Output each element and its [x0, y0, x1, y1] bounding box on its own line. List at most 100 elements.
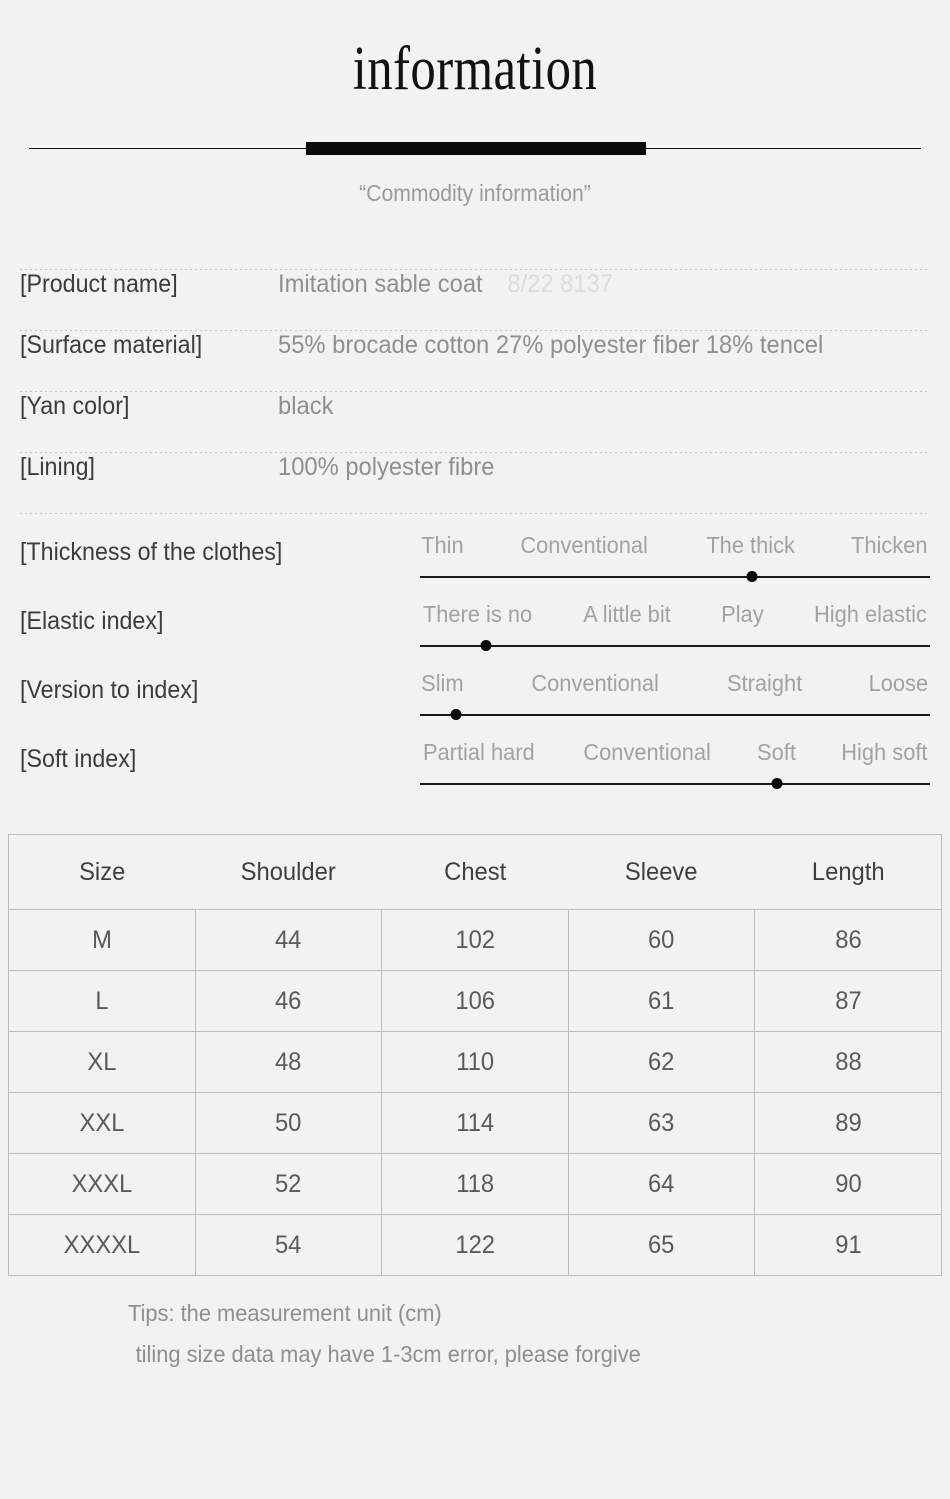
spec-row-product-name: [Product name] Imitation sable coat 8/22 … [20, 270, 930, 330]
slider-option[interactable]: There is no [423, 601, 532, 628]
cell-size: M [13, 909, 192, 971]
cell-length: 90 [759, 1153, 937, 1215]
header-divider [29, 142, 921, 156]
slider-line [420, 645, 930, 647]
table-row: XXXL 52 118 64 90 [9, 1153, 941, 1215]
cell-chest: 122 [386, 1214, 564, 1275]
slider-option[interactable]: Straight [727, 670, 802, 697]
slider-option[interactable]: Thicken [851, 532, 928, 559]
slider-row-thickness: [Thickness of the clothes] Thin Conventi… [20, 532, 930, 583]
table-row: XXXXL 54 122 65 91 [9, 1214, 941, 1275]
slider-soft-index[interactable]: Partial hard Conventional Soft High soft [420, 739, 930, 790]
slider-label-elastic-index: [Elastic index] [20, 607, 164, 635]
slider-row-version-index: [Version to index] Slim Conventional Str… [20, 670, 930, 721]
cell-size: XXL [13, 1092, 192, 1154]
spec-value-product-name: Imitation sable coat 8/22 8137 [278, 270, 613, 299]
product-name-text: Imitation sable coat [278, 270, 483, 298]
slider-elastic-index[interactable]: There is no A little bit Play High elast… [420, 601, 930, 652]
slider-row-elastic-index: [Elastic index] There is no A little bit… [20, 601, 930, 652]
table-header-row: Size Shoulder Chest Sleeve Length [9, 835, 941, 910]
column-header-chest: Chest [386, 835, 564, 910]
cell-shoulder: 48 [200, 1031, 378, 1093]
spec-value-lining: 100% polyester fibre [278, 453, 495, 481]
column-header-shoulder: Shoulder [200, 835, 378, 910]
cell-size: L [13, 970, 192, 1032]
slider-marker-thickness[interactable] [746, 571, 757, 582]
slider-track-elastic-index[interactable] [420, 640, 930, 652]
slider-option[interactable]: Play [721, 601, 764, 628]
slider-marker-soft-index[interactable] [771, 778, 783, 789]
slider-option[interactable]: Soft [757, 739, 796, 766]
slider-track-thickness[interactable] [420, 571, 930, 583]
table-row: XL 48 110 62 88 [9, 1031, 941, 1093]
cell-chest: 118 [386, 1153, 564, 1215]
slider-line [420, 576, 930, 578]
cell-size: XXXL [13, 1153, 192, 1215]
cell-length: 89 [759, 1092, 937, 1154]
slider-option[interactable]: The thick [706, 532, 795, 559]
cell-sleeve: 65 [572, 1214, 751, 1275]
slider-option[interactable]: A little bit [584, 601, 671, 628]
slider-thickness[interactable]: Thin Conventional The thick Thicken [420, 532, 930, 583]
slider-options-thickness: Thin Conventional The thick Thicken [420, 532, 930, 559]
slider-version-index[interactable]: Slim Conventional Straight Loose [420, 670, 930, 721]
page-header: information “Commodity information” [0, 0, 950, 207]
cell-length: 86 [759, 909, 937, 971]
table-row: L 46 106 61 87 [9, 970, 941, 1032]
slider-option[interactable]: Conventional [531, 670, 659, 697]
cell-size: XL [13, 1031, 192, 1093]
slider-option[interactable]: High soft [842, 739, 928, 766]
cell-sleeve: 63 [572, 1092, 751, 1154]
slider-option[interactable]: High elastic [814, 601, 927, 628]
tips-line-unit: Tips: the measurement unit (cm) [128, 1300, 442, 1326]
size-table-body: M 44 102 60 86 L 46 106 61 87 XL 48 110 [9, 909, 941, 1275]
slider-marker-elastic-index[interactable] [480, 640, 492, 651]
spec-label-surface-material: [Surface material] [20, 331, 203, 359]
slider-options-soft-index: Partial hard Conventional Soft High soft [420, 739, 930, 766]
slider-option[interactable]: Loose [869, 670, 929, 697]
slider-track-soft-index[interactable] [420, 778, 930, 790]
slider-option[interactable]: Thin [421, 532, 464, 559]
tips-line-error: tiling size data may have 1-3cm error, p… [135, 1341, 641, 1367]
table-row: M 44 102 60 86 [9, 909, 941, 971]
cell-length: 87 [759, 970, 937, 1032]
cell-shoulder: 46 [200, 970, 378, 1032]
specifications-section: [Product name] Imitation sable coat 8/22 … [0, 269, 950, 790]
slider-line [420, 714, 930, 716]
cell-sleeve: 61 [572, 970, 751, 1032]
spec-separator [20, 513, 930, 514]
divider-thick-bar [306, 142, 646, 155]
cell-sleeve: 60 [572, 909, 751, 971]
measurement-tips: Tips: the measurement unit (cm) tiling s… [0, 1300, 950, 1368]
page-title: information [352, 35, 598, 103]
cell-shoulder: 54 [200, 1214, 378, 1275]
spec-row-yan-color: [Yan color] black [20, 392, 930, 452]
slider-track-version-index[interactable] [420, 709, 930, 721]
spec-value-surface-material: 55% brocade cotton 27% polyester fiber 1… [278, 331, 824, 359]
size-chart: Size Shoulder Chest Sleeve Length M 44 1… [8, 834, 942, 1276]
slider-label-version-index: [Version to index] [20, 676, 199, 704]
cell-chest: 102 [386, 909, 564, 971]
spec-value-yan-color: black [278, 392, 334, 420]
slider-option[interactable]: Conventional [583, 739, 711, 766]
cell-chest: 114 [386, 1092, 564, 1154]
cell-shoulder: 50 [200, 1092, 378, 1154]
slider-option[interactable]: Slim [421, 670, 463, 697]
cell-shoulder: 52 [200, 1153, 378, 1215]
column-header-sleeve: Sleeve [572, 835, 750, 910]
cell-size: XXXXL [13, 1214, 192, 1275]
cell-chest: 110 [386, 1031, 564, 1093]
column-header-size: Size [13, 835, 191, 910]
cell-length: 91 [834, 1230, 862, 1259]
table-row: XXL 50 114 63 89 [9, 1092, 941, 1154]
product-information-page: information “Commodity information” [Pro… [0, 0, 950, 1499]
slider-line [420, 783, 930, 785]
slider-options-version-index: Slim Conventional Straight Loose [420, 670, 930, 697]
cell-shoulder: 44 [200, 909, 378, 971]
spec-label-lining: [Lining] [20, 453, 95, 481]
column-header-length: Length [759, 835, 937, 910]
slider-marker-version-index[interactable] [450, 709, 462, 720]
cell-chest: 106 [386, 970, 564, 1032]
slider-option[interactable]: Conventional [520, 532, 648, 559]
slider-option[interactable]: Partial hard [423, 739, 535, 766]
